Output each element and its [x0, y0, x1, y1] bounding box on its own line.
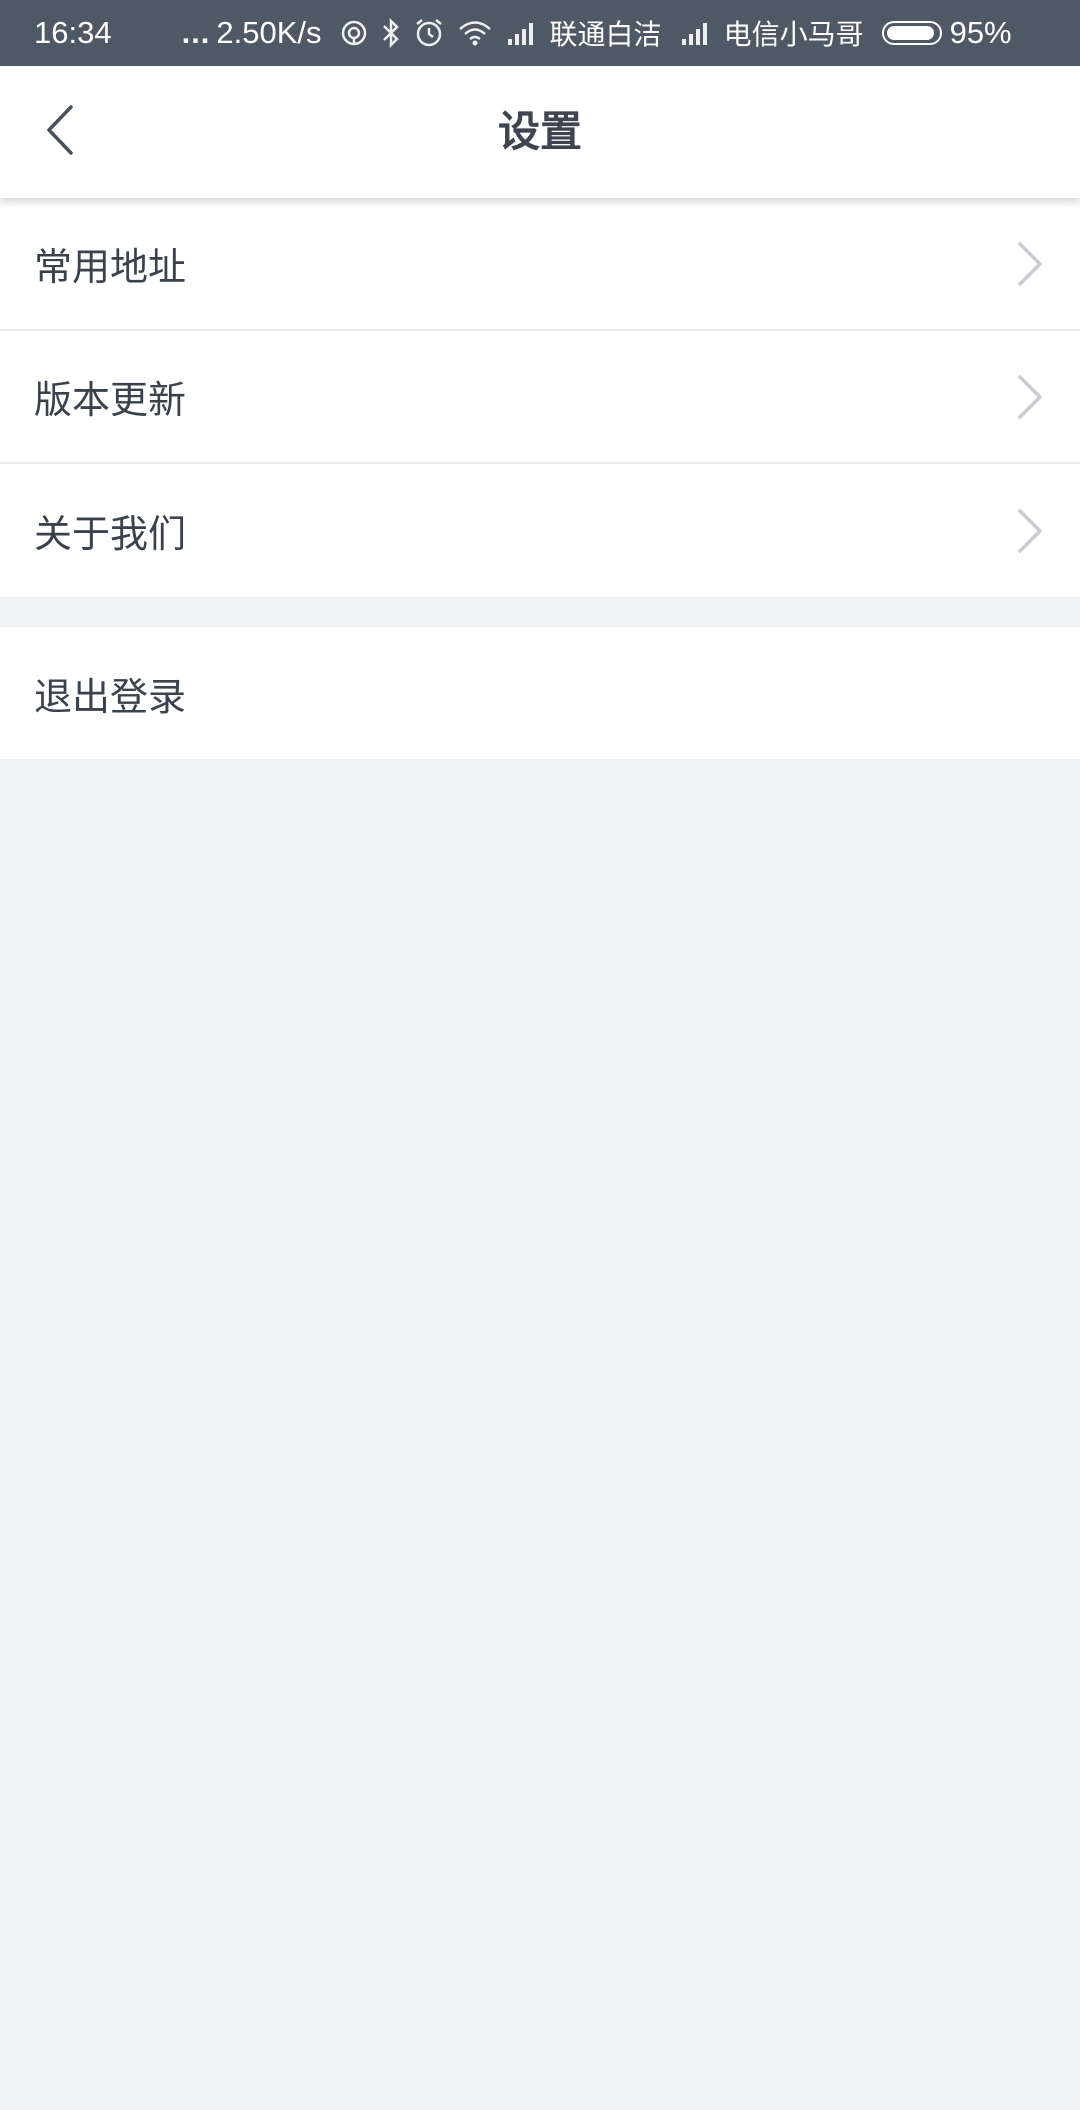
network-speed: 2.50K/s — [216, 15, 322, 50]
chevron-right-icon — [1016, 240, 1044, 288]
status-time: 16:34 — [34, 15, 112, 50]
list-item-version-update[interactable]: 版本更新 — [0, 331, 1080, 464]
list-item-common-address[interactable]: 常用地址 — [0, 198, 1080, 331]
app-header: 设置 — [0, 66, 1080, 198]
logout-button[interactable]: 退出登录 — [0, 627, 1080, 759]
chevron-right-icon — [1016, 373, 1044, 421]
notification-dots: ... — [181, 15, 211, 50]
settings-list: 常用地址 版本更新 关于我们 — [0, 198, 1080, 597]
page-title: 设置 — [497, 107, 582, 156]
list-item-label: 版本更新 — [34, 378, 187, 422]
bluetooth-icon — [382, 18, 400, 48]
list-item-label: 常用地址 — [34, 245, 187, 289]
signal-icon — [680, 21, 710, 45]
hotspot-icon — [340, 19, 368, 47]
wifi-icon — [458, 20, 492, 46]
battery-percent: 95% — [949, 15, 1012, 50]
logout-label: 退出登录 — [34, 674, 187, 719]
list-item-about-us[interactable]: 关于我们 — [0, 464, 1080, 597]
signal-icon — [506, 21, 536, 45]
status-indicators: ... 2.50K/s 联通白洁 电信小马哥 95% — [182, 13, 1012, 53]
battery-icon — [881, 21, 942, 45]
alarm-icon — [414, 18, 444, 48]
carrier-1: 联通白洁 — [549, 18, 662, 51]
carrier-2: 电信小马哥 — [723, 18, 864, 51]
list-item-label: 关于我们 — [34, 512, 187, 556]
status-bar: 16:34 ... 2.50K/s 联通白洁 电信小马哥 95% — [0, 0, 1080, 66]
chevron-right-icon — [1016, 507, 1044, 555]
